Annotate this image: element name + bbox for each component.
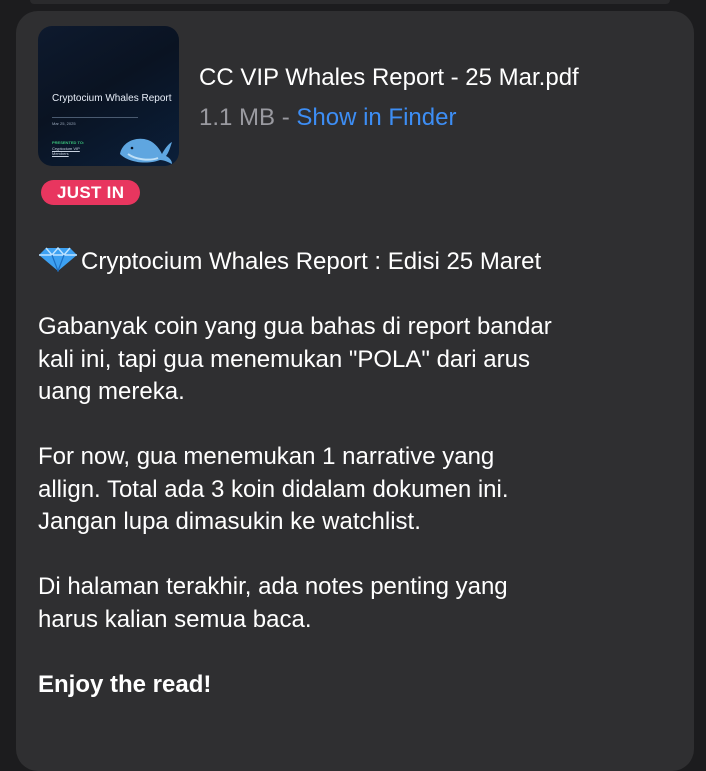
message-text: Cryptocium Whales Report : Edisi 25 Mare… xyxy=(38,246,558,701)
meta-separator: - xyxy=(281,104,290,131)
gem-icon xyxy=(39,246,77,272)
thumbnail-divider xyxy=(52,117,138,118)
thumbnail-title: Cryptocium Whales Report xyxy=(52,93,172,104)
show-in-finder-link[interactable]: Show in Finder xyxy=(296,104,456,131)
whale-icon xyxy=(120,138,172,164)
headline-text: Cryptocium Whales Report : Edisi 25 Mare… xyxy=(81,248,542,275)
file-name[interactable]: CC VIP Whales Report - 25 Mar.pdf xyxy=(199,64,579,92)
pdf-thumbnail[interactable]: Cryptocium Whales Report Mar 25, 2025 PR… xyxy=(38,26,179,166)
just-in-badge: JUST IN xyxy=(41,180,141,205)
file-size: 1.1 MB xyxy=(199,104,276,131)
file-meta: 1.1 MB - Show in Finder xyxy=(199,104,456,132)
previous-message-edge xyxy=(30,0,670,4)
message-bubble: Cryptocium Whales Report Mar 25, 2025 PR… xyxy=(16,11,694,771)
message-headline: Cryptocium Whales Report : Edisi 25 Mare… xyxy=(38,246,558,279)
thumbnail-presented-to: PRESENTED TO: xyxy=(52,140,85,145)
closing-line: Enjoy the read! xyxy=(38,670,212,698)
paragraph: Di halaman terakhir, ada notes penting y… xyxy=(38,573,508,633)
paragraph: For now, gua menemukan 1 narrative yang … xyxy=(38,443,509,535)
paragraph: Gabanyak coin yang gua bahas di report b… xyxy=(38,313,552,405)
thumbnail-date: Mar 25, 2025 xyxy=(52,121,76,126)
thumbnail-audience: Cryptocium VIP Members xyxy=(52,146,80,156)
